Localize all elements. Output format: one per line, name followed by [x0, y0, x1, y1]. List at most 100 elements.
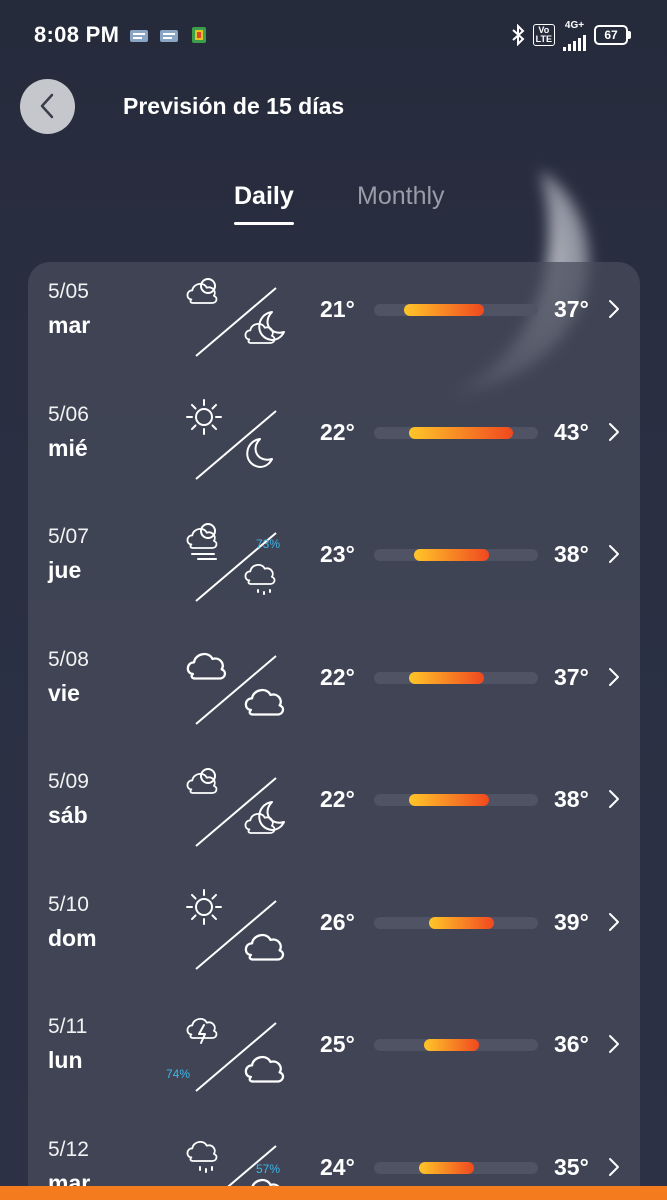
temp-range-bar — [374, 671, 538, 684]
chevron-right-icon — [609, 912, 619, 931]
forecast-row[interactable]: 5/05 mar 21° 37° — [28, 262, 640, 384]
day-night-icon — [186, 278, 285, 357]
chevron-right-icon — [609, 300, 619, 318]
haze-cloud-icon — [186, 523, 218, 560]
forecast-list: 5/05 mar 21° 37° 5/06 mié 22° 43° 5/07 j… — [28, 262, 640, 1200]
battery-icon: 67 — [594, 25, 631, 45]
low-temp: 22° — [320, 418, 355, 445]
low-temp: 26° — [320, 908, 355, 935]
cloudy-moon-icon — [244, 311, 285, 344]
forecast-row[interactable]: 5/07 jue 73% 23° 38° — [28, 507, 640, 629]
high-temp: 38° — [554, 541, 589, 567]
low-temp: 21° — [320, 296, 355, 322]
weather-notification-icon — [160, 30, 179, 42]
bottom-accent-strip — [0, 1186, 667, 1200]
network-label: 4G+ — [564, 19, 585, 31]
forecast-date: 5/08 — [48, 647, 89, 671]
day-night-icon — [186, 1017, 285, 1092]
forecast-date: 5/11 — [48, 1015, 88, 1038]
low-temp: 22° — [320, 663, 355, 690]
chevron-right-icon — [609, 422, 619, 441]
day-precip-chance: 74% — [166, 1067, 191, 1081]
header: Previsión de 15 días — [20, 78, 344, 134]
forecast-weekday: jue — [48, 557, 82, 583]
day-night-icon — [186, 888, 285, 970]
chevron-right-icon — [609, 1157, 619, 1176]
moon-icon — [246, 437, 273, 468]
tab-daily[interactable]: Daily — [234, 182, 294, 225]
forecast-weekday: vie — [48, 679, 80, 706]
low-temp: 23° — [320, 541, 355, 567]
temp-range-fill — [409, 426, 513, 439]
weather-notification-icon — [130, 30, 149, 42]
chevron-right-icon — [609, 790, 619, 808]
temp-range-fill — [409, 671, 484, 684]
bluetooth-icon — [511, 24, 525, 46]
cloud-icon — [244, 1055, 285, 1083]
temp-range-bar — [374, 1161, 538, 1174]
temp-range-bar — [374, 794, 538, 806]
temp-range-bar — [374, 426, 538, 439]
chevron-right-icon — [609, 667, 619, 686]
status-bar: 8:08 PM Vo LTE 4G+ 67 — [0, 0, 667, 70]
app-notification-icon — [192, 27, 207, 43]
battery-level: 67 — [594, 25, 628, 45]
back-button[interactable] — [20, 78, 75, 134]
forecast-weekday: dom — [48, 924, 97, 951]
forecast-date: 5/12 — [48, 1137, 89, 1161]
temp-range-bar — [374, 1039, 538, 1051]
sun-icon — [186, 888, 222, 925]
forecast-row[interactable]: 5/08 vie 22° 37° — [28, 630, 640, 752]
day-night-icon — [186, 652, 285, 725]
forecast-date: 5/07 — [48, 525, 89, 548]
rain-cloud-icon — [186, 1140, 218, 1173]
chevron-right-icon — [609, 1035, 619, 1053]
temp-range-fill — [404, 304, 484, 316]
temp-range-fill — [429, 916, 494, 929]
low-temp: 22° — [320, 786, 355, 812]
forecast-weekday: lun — [48, 1047, 83, 1073]
day-night-icon — [186, 768, 285, 847]
cloudy-sun-icon — [186, 278, 218, 304]
forecast-date: 5/10 — [48, 892, 89, 916]
cloud-icon — [186, 652, 227, 680]
forecast-row[interactable]: 5/06 mié 22° 43° — [28, 385, 640, 507]
forecast-row[interactable]: 5/11 lun 74% 25° 36° — [28, 997, 640, 1119]
forecast-date: 5/05 — [48, 280, 89, 303]
status-left: 8:08 PM — [34, 22, 209, 48]
forecast-row[interactable]: 5/10 dom 26° 39° — [28, 875, 640, 997]
high-temp: 38° — [554, 786, 589, 812]
forecast-tabs: Daily Monthly — [0, 182, 667, 232]
network-indicator: 4G+ — [563, 20, 586, 51]
temp-range-fill — [424, 1039, 479, 1051]
page-title: Previsión de 15 días — [123, 92, 345, 119]
signal-icon — [563, 31, 586, 51]
drizzle-cloud-icon — [244, 563, 276, 595]
forecast-weekday: sáb — [48, 802, 88, 828]
night-precip-chance: 57% — [256, 1161, 281, 1176]
status-time: 8:08 PM — [34, 22, 120, 47]
forecast-row[interactable]: 5/09 sáb 22° 38° — [28, 752, 640, 874]
high-temp: 39° — [554, 908, 589, 935]
day-night-icon — [186, 398, 277, 480]
chevron-left-icon — [40, 93, 53, 119]
thunder-cloud-icon — [186, 1017, 218, 1044]
temp-range-bar — [374, 549, 538, 561]
high-temp: 35° — [554, 1153, 589, 1180]
chevron-right-icon — [609, 545, 619, 563]
cloud-icon — [244, 933, 285, 961]
temp-range-fill — [414, 549, 489, 561]
forecast-weekday: mar — [48, 312, 91, 338]
status-right: Vo LTE 4G+ 67 — [511, 20, 631, 51]
tab-monthly[interactable]: Monthly — [357, 182, 445, 211]
forecast-date: 5/09 — [48, 770, 89, 793]
cloudy-sun-icon — [186, 768, 218, 794]
high-temp: 36° — [554, 1031, 589, 1057]
low-temp: 25° — [320, 1031, 355, 1057]
high-temp: 37° — [554, 663, 589, 690]
night-precip-chance: 73% — [256, 537, 281, 551]
cloudy-moon-icon — [244, 801, 285, 834]
forecast-date: 5/06 — [48, 402, 89, 426]
forecast-weekday: mié — [48, 434, 88, 461]
volte-badge: Vo LTE — [532, 24, 555, 46]
